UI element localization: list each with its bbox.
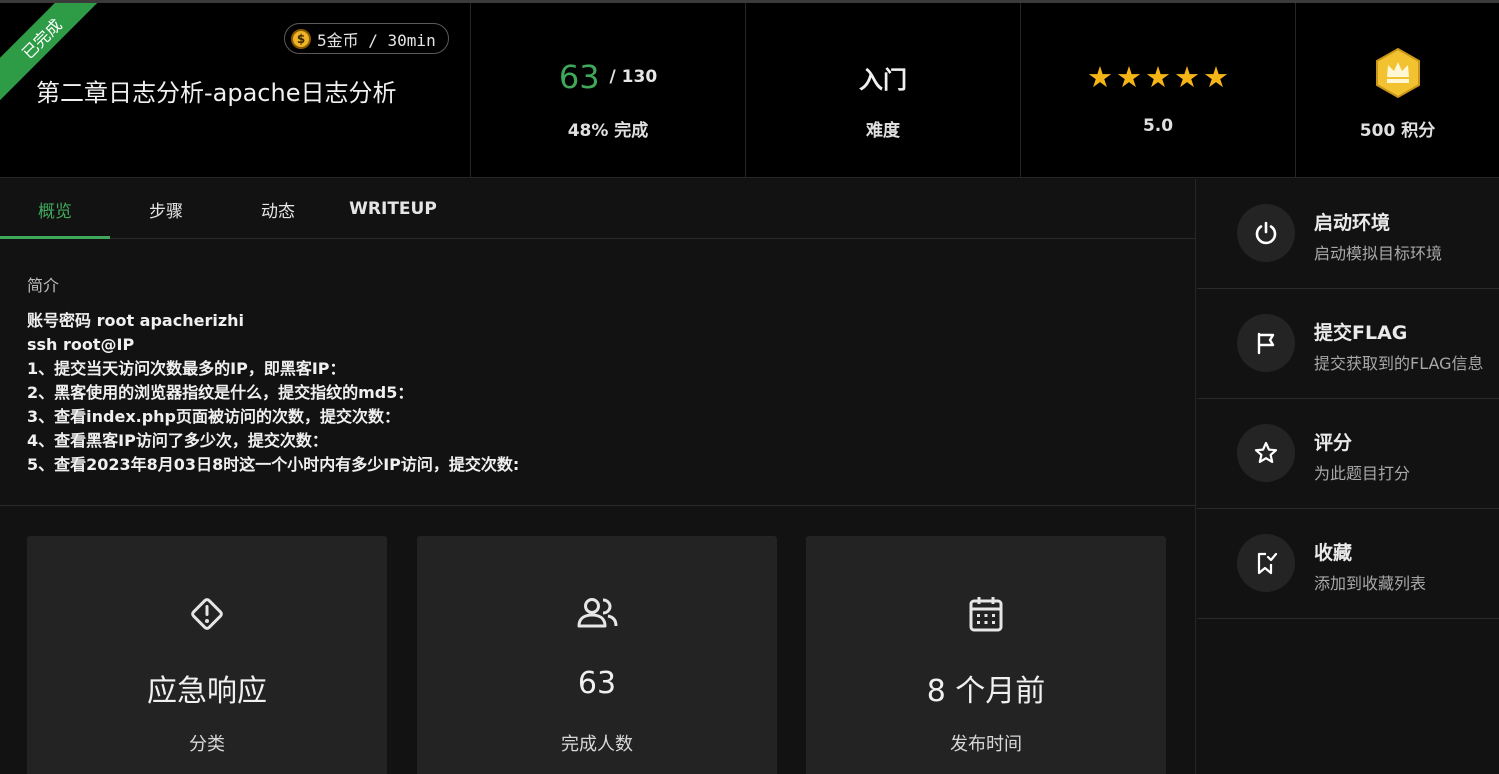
star-icon: ★ — [1116, 59, 1142, 94]
start-environment-button[interactable]: 启动环境 启动模拟目标环境 — [1197, 179, 1499, 289]
tab-overview[interactable]: 概览 — [0, 179, 110, 239]
intro-line: ssh root@IP — [27, 335, 135, 354]
action-title: 启动环境 — [1314, 212, 1391, 234]
challenge-header: 已完成 $ 5金币 / 30min 第二章日志分析-apache日志分析 63 … — [0, 3, 1499, 178]
completions-value: 63 — [577, 666, 617, 701]
action-sidebar: 启动环境 启动模拟目标环境 提交FLAG 提交获取到的FLAG信息 评分 为此题… — [1197, 179, 1499, 774]
reward-badge: $ 5金币 / 30min — [284, 23, 449, 54]
page-title: 第二章日志分析-apache日志分析 — [36, 79, 397, 107]
flag-icon — [1257, 332, 1275, 355]
tab-writeup[interactable]: WRITEUP — [334, 179, 452, 239]
title-block: 已完成 $ 5金币 / 30min 第二章日志分析-apache日志分析 — [0, 3, 471, 178]
progress-stat: 63 / 130 48% 完成 — [471, 3, 746, 178]
category-value: 应急响应 — [147, 674, 267, 709]
intro-line: 2、黑客使用的浏览器指纹是什么，提交指纹的md5： — [27, 383, 414, 402]
completions-card: 63 完成人数 — [417, 536, 777, 774]
completion-percent: 48% 完成 — [567, 121, 649, 141]
main-content: 概览 步骤 动态 WRITEUP 简介 账号密码 root apacherizh… — [0, 179, 1196, 774]
users-icon — [577, 598, 618, 628]
difficulty-stat: 入门 难度 — [746, 3, 1021, 178]
difficulty-value: 入门 — [859, 65, 907, 94]
calendar-icon — [969, 597, 1003, 632]
published-label: 发布时间 — [950, 734, 1022, 755]
tab-steps[interactable]: 步骤 — [110, 179, 222, 239]
tab-activity[interactable]: 动态 — [222, 179, 334, 239]
tab-bar: 概览 步骤 动态 WRITEUP — [0, 179, 1196, 239]
star-outline-icon — [1254, 441, 1278, 463]
intro-line: 4、查看黑客IP访问了多少次，提交次数： — [27, 431, 328, 450]
intro-line: 3、查看index.php页面被访问的次数，提交次数： — [27, 407, 401, 426]
published-card: 8 个月前 发布时间 — [806, 536, 1166, 774]
action-subtitle: 启动模拟目标环境 — [1314, 244, 1443, 263]
action-title: 提交FLAG — [1314, 322, 1408, 344]
star-icon: ★ — [1174, 59, 1200, 94]
completions-label: 完成人数 — [561, 734, 633, 755]
crown-hexagon-icon — [1375, 47, 1420, 99]
category-label: 分类 — [189, 734, 225, 755]
star-icon: ★ — [1203, 59, 1229, 94]
warning-diamond-icon — [191, 598, 223, 630]
action-title: 评分 — [1314, 432, 1353, 454]
published-value: 8 个月前 — [926, 674, 1046, 709]
category-card: 应急响应 分类 — [27, 536, 387, 774]
reward-text: 5金币 / 30min — [317, 30, 436, 50]
action-title: 收藏 — [1314, 542, 1353, 564]
difficulty-label: 难度 — [866, 121, 900, 141]
power-icon — [1255, 221, 1277, 245]
intro-text: 账号密码 root apacherizhi ssh root@IP 1、提交当天… — [27, 309, 519, 477]
star-icon: ★ — [1145, 59, 1171, 94]
coin-icon: $ — [291, 28, 311, 49]
rating-stars: ★ ★ ★ ★ ★ — [1087, 59, 1229, 94]
bookmark-check-icon — [1257, 552, 1278, 575]
star-icon: ★ — [1087, 59, 1113, 94]
submit-flag-button[interactable]: 提交FLAG 提交获取到的FLAG信息 — [1197, 289, 1499, 399]
total-count: / 130 — [609, 67, 658, 87]
intro-line: 1、提交当天访问次数最多的IP，即黑客IP： — [27, 359, 346, 378]
intro-section: 简介 账号密码 root apacherizhi ssh root@IP 1、提… — [0, 240, 1196, 506]
action-subtitle: 提交获取到的FLAG信息 — [1314, 354, 1484, 373]
bookmark-button[interactable]: 收藏 添加到收藏列表 — [1197, 509, 1499, 619]
rate-button[interactable]: 评分 为此题目打分 — [1197, 399, 1499, 509]
intro-heading: 简介 — [27, 276, 60, 295]
intro-line: 5、查看2023年8月03日8时这一个小时内有多少IP访问，提交次数: — [27, 455, 520, 474]
points-stat: 500 积分 — [1296, 3, 1499, 178]
points-label: 500 积分 — [1359, 121, 1436, 141]
rating-value: 5.0 — [1142, 116, 1174, 136]
rating-stat: ★ ★ ★ ★ ★ 5.0 — [1021, 3, 1296, 178]
action-subtitle: 为此题目打分 — [1314, 464, 1411, 483]
intro-line: 账号密码 root apacherizhi — [27, 311, 245, 330]
action-subtitle: 添加到收藏列表 — [1314, 574, 1427, 593]
completed-count: 63 — [558, 58, 600, 96]
